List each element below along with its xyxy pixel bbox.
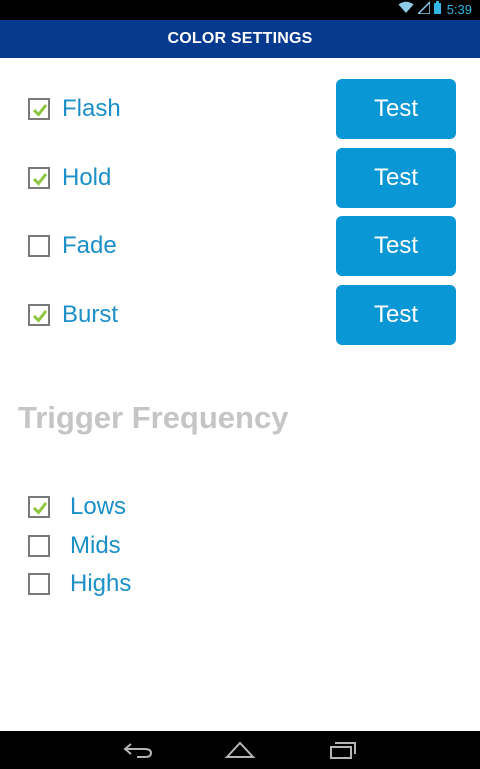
burst-test-button[interactable]: Test (336, 285, 456, 345)
flash-label: Flash (62, 95, 121, 122)
frequency-row-lows[interactable]: Lows (28, 491, 126, 523)
effect-row-flash[interactable]: Flash (28, 93, 121, 125)
burst-checkbox[interactable] (28, 304, 50, 326)
hold-checkbox[interactable] (28, 167, 50, 189)
highs-label: Highs (70, 570, 132, 597)
fade-test-button[interactable]: Test (336, 216, 456, 276)
hold-label: Hold (62, 164, 112, 191)
effect-row-fade[interactable]: Fade (28, 230, 117, 262)
mids-checkbox[interactable] (28, 535, 50, 557)
mids-label: Mids (70, 532, 121, 559)
header: COLOR SETTINGS (0, 20, 480, 58)
navigation-bar (0, 731, 480, 769)
status-bar: 5:39 (0, 0, 480, 20)
home-icon[interactable] (224, 739, 256, 761)
highs-checkbox[interactable] (28, 573, 50, 595)
signal-icon (415, 0, 431, 19)
lows-label: Lows (70, 493, 127, 520)
frequency-row-highs[interactable]: Highs (28, 568, 131, 600)
wifi-icon (398, 1, 414, 19)
status-time: 5:39 (446, 2, 472, 17)
flash-checkbox[interactable] (28, 98, 50, 120)
trigger-frequency-heading: Trigger Frequency (18, 400, 289, 435)
burst-label: Burst (62, 301, 119, 328)
flash-test-button[interactable]: Test (336, 79, 456, 139)
back-icon[interactable] (122, 739, 154, 761)
frequency-row-mids[interactable]: Mids (28, 530, 121, 562)
battery-icon (433, 1, 441, 19)
effect-row-burst[interactable]: Burst (28, 299, 118, 331)
fade-label: Fade (62, 232, 117, 259)
fade-checkbox[interactable] (28, 235, 50, 257)
page-title: COLOR SETTINGS (167, 30, 313, 47)
lows-checkbox[interactable] (28, 496, 50, 518)
hold-test-button[interactable]: Test (336, 148, 456, 208)
recent-apps-icon[interactable] (326, 739, 358, 761)
effect-row-hold[interactable]: Hold (28, 162, 111, 194)
